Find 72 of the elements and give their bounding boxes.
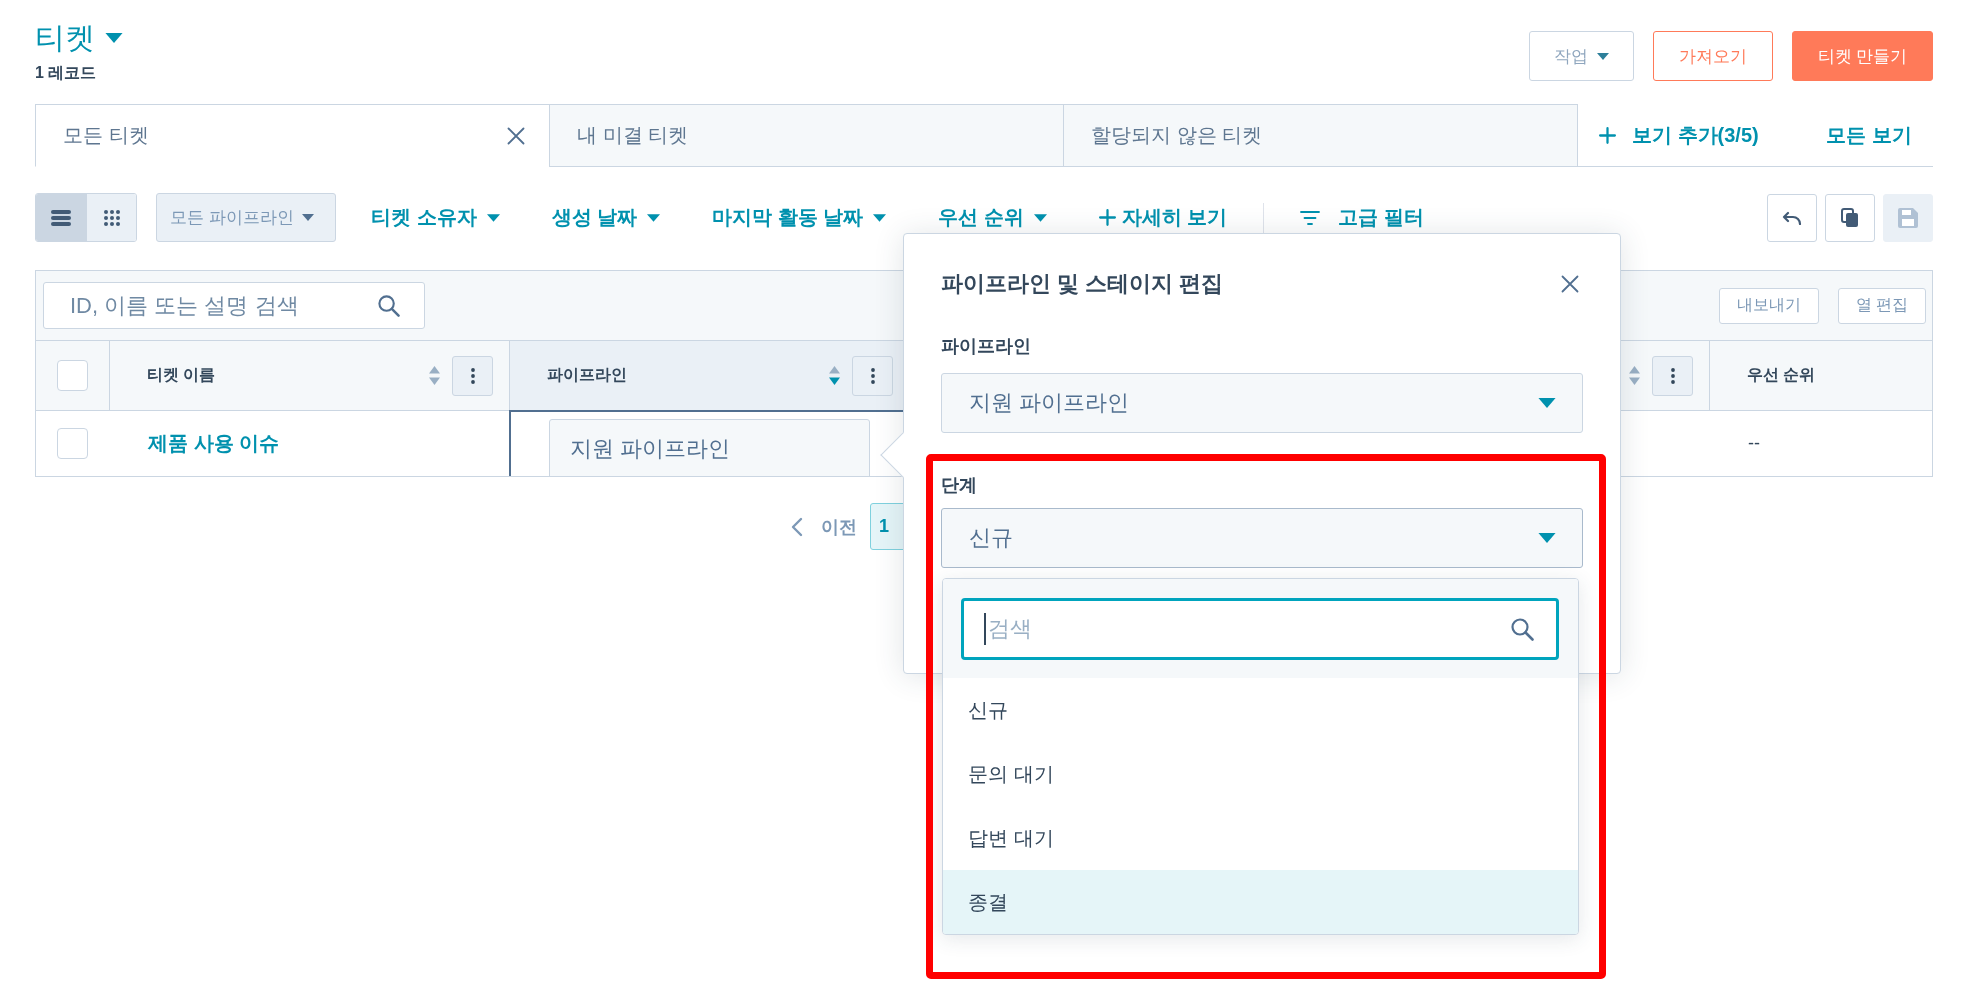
- caret-icon: [1033, 213, 1047, 222]
- filter-icon: [1300, 210, 1321, 225]
- filter-dropdown-button[interactable]: 우선 순위: [922, 193, 1063, 242]
- column-title: 파이프라인: [547, 365, 627, 385]
- copy-button[interactable]: [1825, 193, 1875, 242]
- more-vertical-icon: [870, 367, 875, 384]
- view-tab[interactable]: 할당되지 않은 티켓: [1063, 104, 1578, 167]
- caret-icon: [486, 213, 500, 222]
- filter-dropdown-button[interactable]: 생성 날짜: [535, 193, 677, 242]
- close-icon: [1561, 275, 1579, 293]
- text-cursor-icon: [984, 613, 986, 645]
- page-title-dropdown[interactable]: 티켓: [35, 22, 123, 54]
- page-button[interactable]: 1: [870, 503, 906, 550]
- filter-dropdown-button[interactable]: 마지막 활동 날짜: [696, 193, 903, 242]
- all-views-link[interactable]: 모든 보기: [1826, 121, 1912, 149]
- caret-icon: [647, 213, 661, 222]
- caret-icon: [1538, 533, 1556, 543]
- menu-option[interactable]: 종결: [943, 870, 1578, 934]
- previous-page-button[interactable]: 이전: [791, 514, 857, 539]
- undo-icon: [1782, 210, 1802, 225]
- more-filters-button[interactable]: 자세히 보기: [1082, 193, 1244, 242]
- advanced-filters-button[interactable]: 고급 필터: [1284, 193, 1440, 242]
- list-view-button[interactable]: [36, 194, 86, 241]
- caret-icon: [301, 214, 314, 221]
- create-ticket-button[interactable]: 티켓 만들기: [1792, 31, 1933, 81]
- column-title: 우선 순위: [1747, 365, 1816, 385]
- view-tab[interactable]: 모든 티켓: [35, 104, 550, 167]
- select-field[interactable]: 지원 파이프라인: [941, 373, 1583, 433]
- grid-view-button[interactable]: [86, 194, 136, 241]
- column-menu-button[interactable]: [1652, 355, 1693, 396]
- column-menu-button[interactable]: [452, 355, 493, 396]
- copy-icon: [1841, 207, 1859, 228]
- search-icon: [377, 294, 400, 317]
- grid-icon: [103, 209, 120, 226]
- field-label: 단계: [941, 474, 978, 496]
- inline-select[interactable]: 지원 파이프라인: [549, 419, 870, 476]
- caret-icon: [105, 33, 123, 43]
- popover-title: 파이프라인 및 스테이지 편집: [941, 270, 1224, 298]
- select-field[interactable]: 신규: [941, 508, 1583, 568]
- menu-option[interactable]: 답변 대기: [943, 806, 1578, 870]
- search-field[interactable]: ID, 이름 또는 설명 검색: [43, 282, 425, 329]
- view-tab[interactable]: 내 미결 티켓: [549, 104, 1064, 167]
- list-icon: [51, 209, 71, 226]
- save-icon: [1898, 207, 1918, 228]
- caret-icon: [1597, 52, 1609, 60]
- record-count: 1 레코드: [35, 64, 97, 82]
- caret-icon: [1538, 398, 1556, 408]
- more-vertical-icon: [1670, 367, 1675, 384]
- add-view-link[interactable]: 보기 추가(3/5): [1599, 121, 1759, 149]
- checkbox[interactable]: [57, 360, 88, 391]
- actions-dropdown-button[interactable]: 작업: [1529, 31, 1634, 81]
- chevron-left-icon: [791, 516, 803, 537]
- menu-option[interactable]: 신규: [943, 678, 1578, 742]
- ticket-name-link[interactable]: 제품 사용 이슈: [148, 430, 280, 457]
- undo-button[interactable]: [1767, 193, 1817, 242]
- more-vertical-icon: [470, 367, 475, 384]
- search-field[interactable]: 검색: [961, 598, 1559, 660]
- search-icon: [1510, 617, 1534, 641]
- checkbox[interactable]: [57, 428, 88, 459]
- plus-icon: [1098, 209, 1116, 226]
- plus-icon: [1599, 126, 1616, 144]
- export-button[interactable]: 내보내기: [1718, 287, 1819, 324]
- filter-dropdown-button[interactable]: 티켓 소유자: [355, 193, 516, 242]
- column-title: 티켓 이름: [147, 365, 216, 385]
- table-cell: --: [1709, 410, 1932, 476]
- column-menu-button[interactable]: [852, 355, 893, 396]
- menu-option[interactable]: 문의 대기: [943, 742, 1578, 806]
- import-button[interactable]: 가져오기: [1653, 31, 1773, 81]
- field-label: 파이프라인: [941, 335, 1032, 357]
- pipeline-filter-select[interactable]: 모든 파이프라인: [156, 193, 336, 242]
- edit-columns-button[interactable]: 열 편집: [1837, 287, 1926, 324]
- caret-icon: [873, 213, 887, 222]
